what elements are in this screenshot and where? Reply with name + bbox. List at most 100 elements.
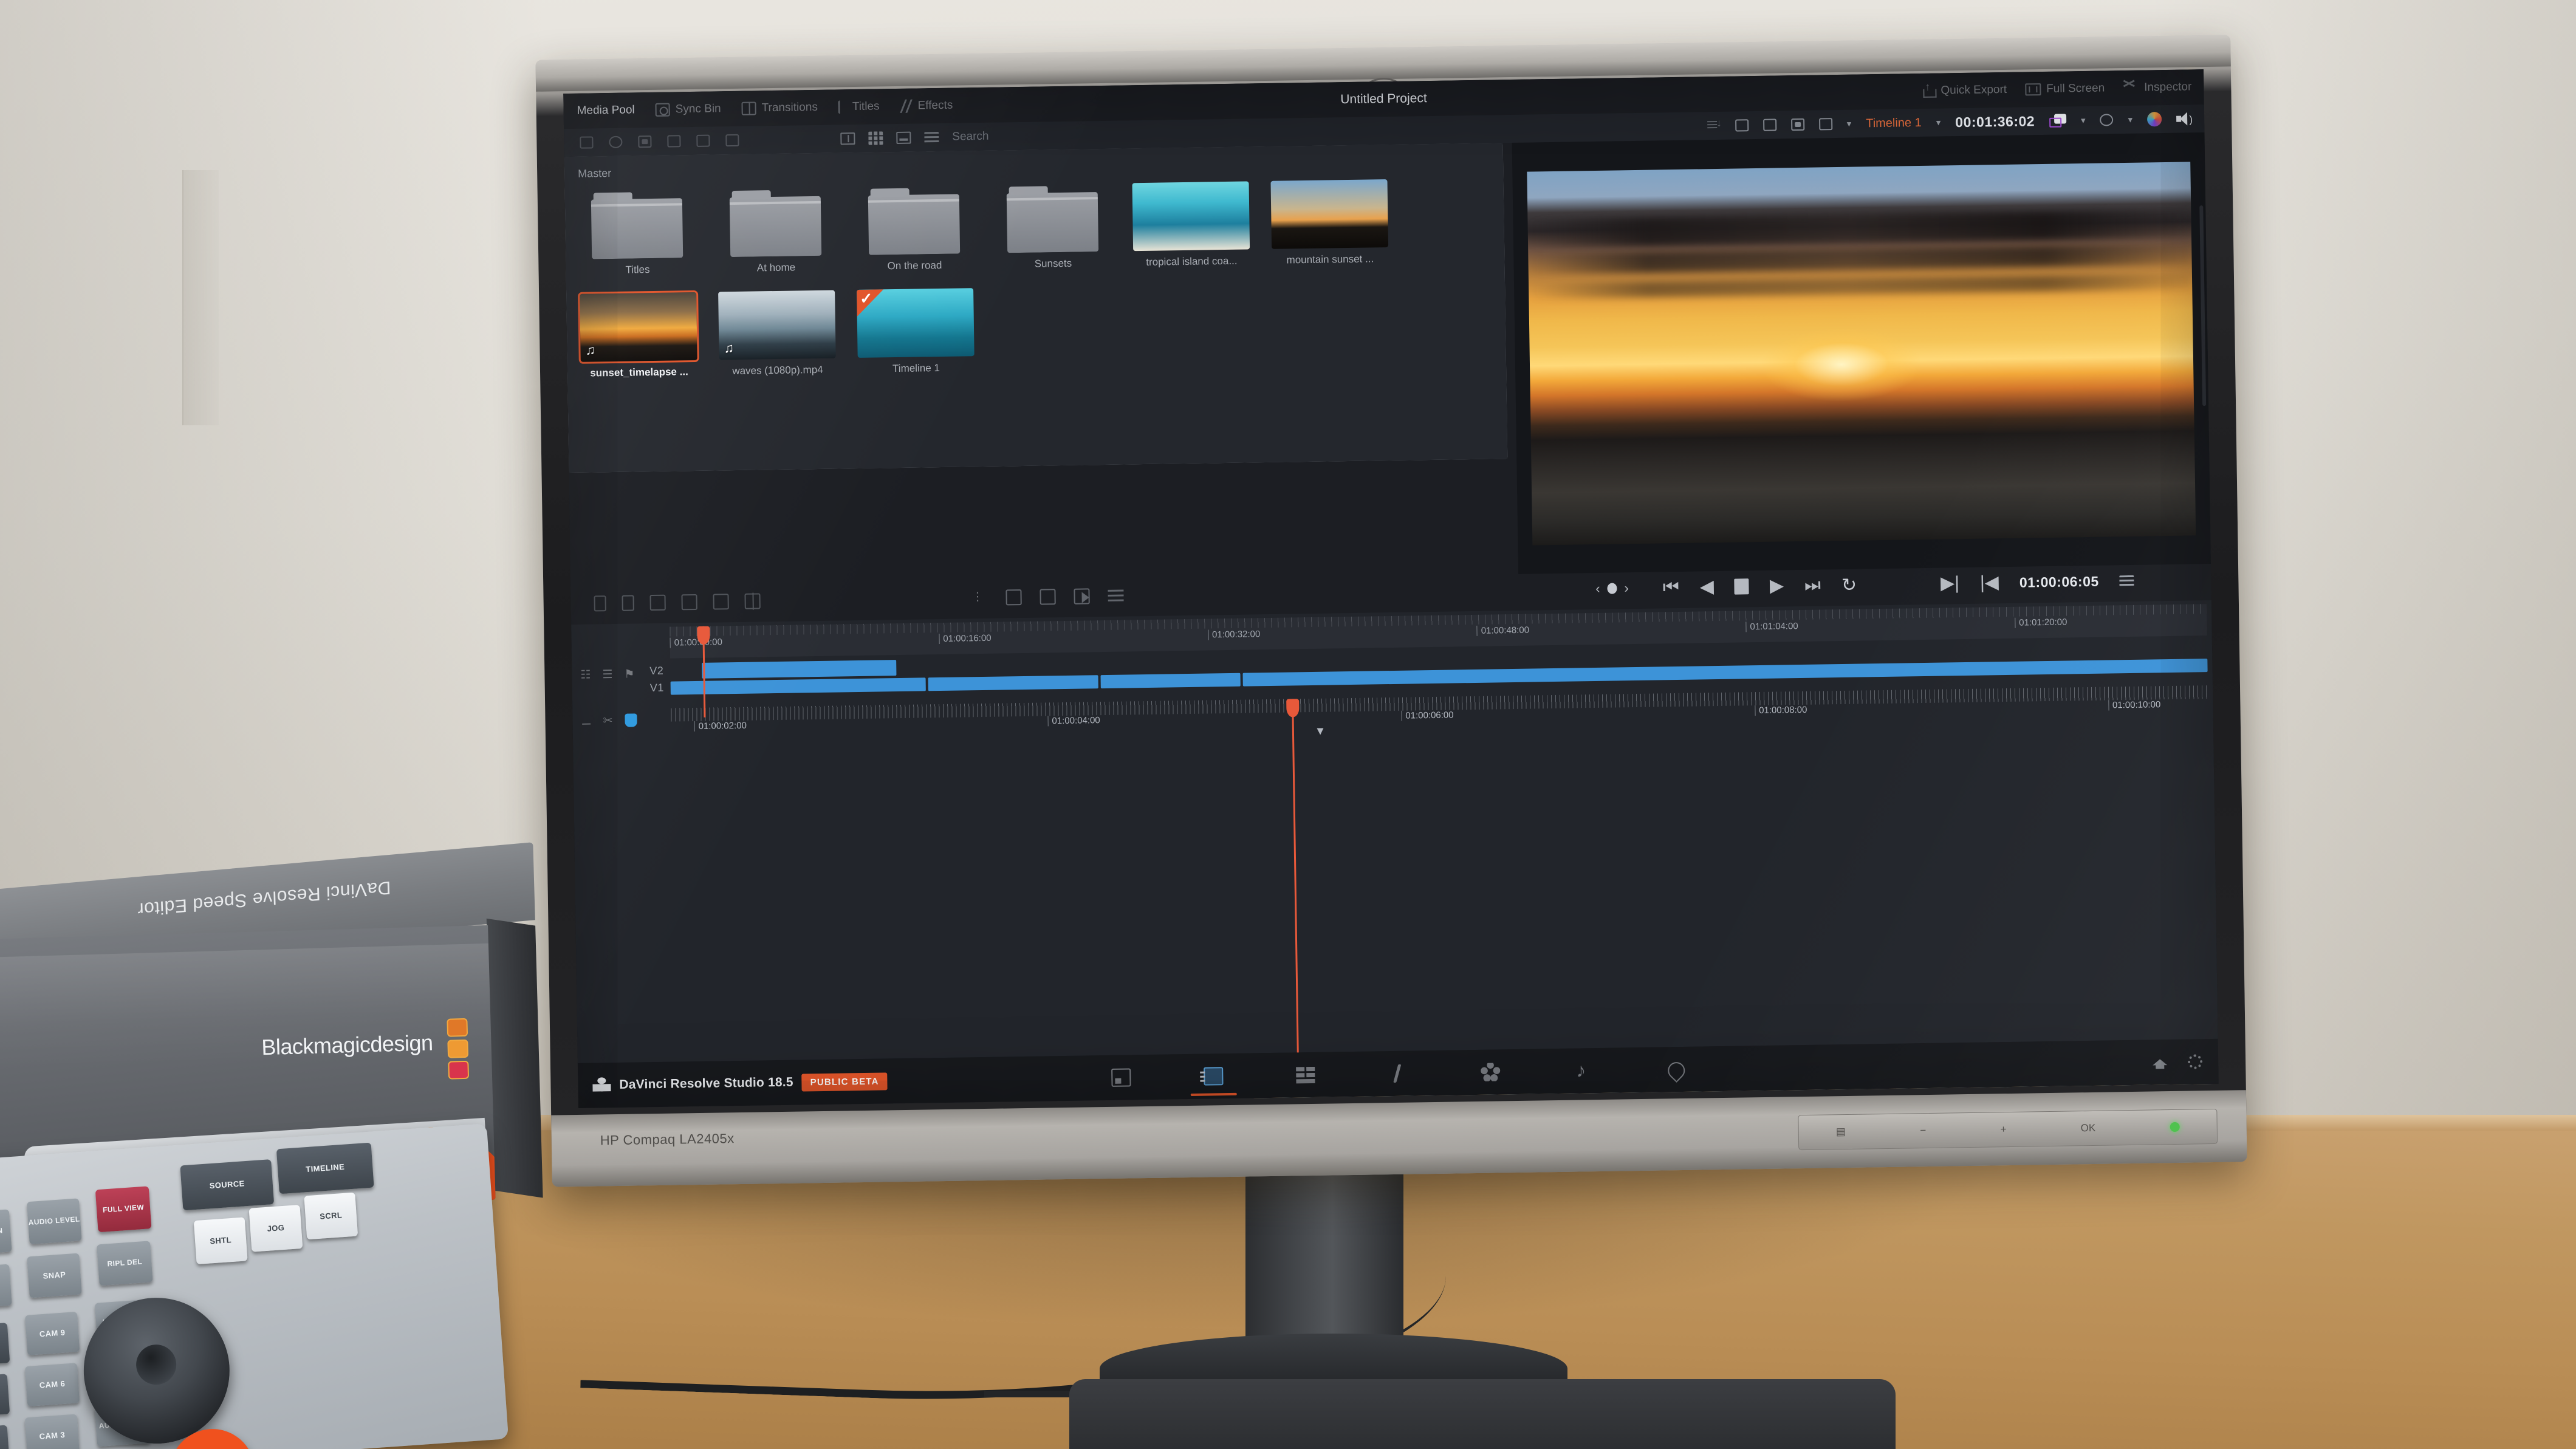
marker-color-icon[interactable] [625,713,637,727]
link-icon[interactable] [696,134,710,147]
page-deliver[interactable] [1662,1056,1689,1083]
jump-to-start-button[interactable]: ⏮ [1663,577,1679,597]
play-button[interactable]: ▶ [1770,575,1784,595]
overview-clip-v2[interactable] [702,660,897,679]
media-item-clip[interactable]: tropical island coa... [1132,181,1250,269]
list-view-icon[interactable] [924,131,939,143]
key-cam6[interactable]: CAM 6 [24,1363,80,1407]
source-overwrite-icon[interactable] [744,593,761,609]
volume-icon[interactable]: ) [2176,112,2193,125]
key-cam3[interactable]: CAM 3 [24,1414,80,1449]
import-media-icon[interactable] [580,136,594,149]
key-scrl[interactable]: SCRL [304,1192,358,1240]
osd-power-icon[interactable] [2170,1122,2180,1132]
ripple-overwrite-icon[interactable] [649,594,666,611]
key-source[interactable]: SOURCE [180,1159,275,1211]
timeline-playhead[interactable] [1286,699,1300,1053]
playhead-handle[interactable] [1286,699,1300,718]
scissors-icon[interactable]: ✂ [603,714,616,727]
new-folder-icon[interactable] [638,135,652,148]
media-item-folder[interactable]: Titles [578,190,696,277]
page-color[interactable] [1477,1058,1504,1086]
add-marker-icon[interactable] [1607,583,1617,594]
step-back-button[interactable]: ◀ [1700,577,1714,597]
monitor-osd-buttons[interactable]: ▤ − + OK [1798,1108,2218,1151]
media-item-clip-selected[interactable]: ♫ sunset_timelapse ... [578,290,699,380]
delete-icon[interactable] [667,135,681,148]
media-item-clip[interactable]: ♫ waves (1080p).mp4 [718,290,836,378]
key-shtl[interactable]: SHTL [193,1217,248,1265]
flag-icon[interactable]: ⚑ [624,667,637,680]
home-icon[interactable] [2153,1055,2167,1069]
media-item-clip[interactable]: mountain sunset ... [1270,179,1389,267]
effects-chevron-down-icon[interactable]: ▾ [2128,114,2132,125]
quick-export-button[interactable]: Quick Export [1922,83,2007,98]
audio-levels-icon[interactable] [1108,587,1124,604]
viewer-menu-icon[interactable] [2119,575,2134,587]
dual-viewer-icon[interactable] [1762,118,1776,131]
add-bin-icon[interactable] [609,135,623,149]
mark-out-button[interactable]: |◀ [1980,572,1999,592]
place-on-top-icon[interactable] [713,594,729,610]
key-timeline[interactable]: TIMELINE [276,1142,374,1194]
viewer-scrollbar[interactable] [2199,205,2207,406]
timeline-chevron-down-icon[interactable]: ▾ [1936,117,1941,128]
sort-order-icon[interactable] [1707,120,1721,132]
osd-menu-icon[interactable]: ▤ [1836,1126,1846,1138]
key-jog[interactable]: JOG [248,1205,303,1252]
color-wheel-icon[interactable] [2146,112,2162,127]
timeline-selector[interactable]: Timeline 1 [1866,115,1922,130]
full-screen-button[interactable]: Full Screen [2024,81,2105,96]
tab-transitions[interactable]: Transitions [741,101,818,115]
camera-chevron-down-icon[interactable]: ▾ [2081,115,2086,126]
stop-button[interactable] [1734,578,1750,595]
tab-titles[interactable]: Titles [838,100,880,114]
key-ripl-del[interactable]: RIPL DEL [97,1241,153,1286]
page-edit[interactable] [1292,1061,1320,1089]
audio-waveform-toggle-icon[interactable] [1040,589,1056,605]
overview-clip-v1-d[interactable] [1242,659,2208,687]
jump-to-end-button[interactable]: ⏭ [1804,575,1821,595]
smart-insert-icon[interactable] [594,595,606,612]
page-fairlight[interactable] [1569,1057,1597,1084]
tab-media-pool[interactable]: Media Pool [564,103,1508,473]
gear-icon[interactable] [2187,1054,2203,1069]
key-snap[interactable]: SNAP [27,1253,82,1298]
next-marker-icon[interactable]: › [1624,580,1629,596]
page-cut[interactable] [1200,1063,1227,1090]
overview-clip-v1-c[interactable] [1100,673,1241,689]
metadata-view-icon[interactable] [840,132,855,145]
filmstrip-view-icon[interactable] [896,131,911,144]
osd-plus-icon[interactable]: + [2000,1123,2006,1136]
key-full-view[interactable]: FULL VIEW [95,1186,152,1233]
page-fusion[interactable] [1385,1060,1412,1088]
prev-marker-icon[interactable]: ‹ [1595,581,1600,597]
inspector-button[interactable]: Inspector [2123,80,2191,95]
trim-icon[interactable]: ⋮ [971,590,987,606]
transition-icon[interactable] [1005,589,1022,606]
overview-clip-v1-a[interactable] [670,677,926,695]
effects-overlay-icon[interactable] [2100,114,2114,126]
tab-effects[interactable]: Effects [900,99,953,113]
loop-button[interactable]: ↻ [1841,574,1857,595]
osd-ok-icon[interactable]: OK [2081,1122,2096,1134]
marker-list-icon[interactable]: ☰ [602,668,615,681]
close-up-icon[interactable] [681,594,697,611]
safe-area-icon[interactable] [1818,118,1832,131]
osd-minus-icon[interactable]: − [1920,1125,1926,1137]
playhead-handle[interactable] [697,626,710,645]
media-item-timeline[interactable]: ✓ Timeline 1 [857,288,975,375]
snapping-icon[interactable] [1074,588,1090,605]
single-viewer-icon[interactable] [1735,119,1749,132]
fit-timeline-icon[interactable]: ⚊ [581,714,594,728]
append-icon[interactable] [622,595,634,611]
key-cam9[interactable]: CAM 9 [24,1312,80,1355]
media-item-folder[interactable]: On the road [855,185,973,273]
key-audio-level[interactable]: AUDIO LEVEL [26,1198,82,1245]
grid-view-icon[interactable] [868,131,883,145]
search-input[interactable]: Search [952,130,989,144]
camera-icon[interactable] [2049,114,2066,127]
more-options-icon[interactable] [725,134,739,147]
viewer-options-chevron-down-icon[interactable]: ▾ [1847,118,1852,129]
page-media[interactable] [1108,1064,1135,1091]
